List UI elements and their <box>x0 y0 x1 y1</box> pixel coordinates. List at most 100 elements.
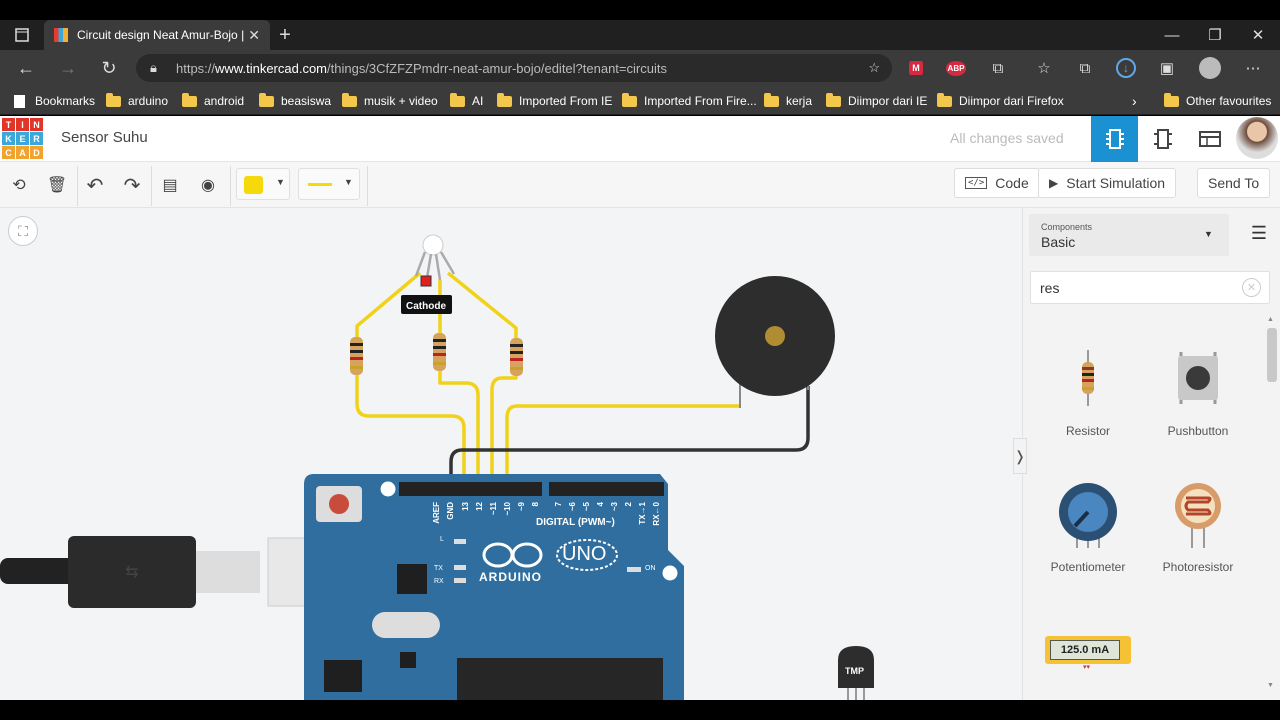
toolbar-divider <box>230 166 231 206</box>
design-title[interactable]: Sensor Suhu <box>61 129 148 146</box>
scrollbar-thumb[interactable] <box>1267 328 1277 382</box>
profile-icon[interactable] <box>1198 56 1222 80</box>
component-potentiometer[interactable]: Potentiometer <box>1033 476 1143 576</box>
send-to-button[interactable]: Send To <box>1197 168 1271 198</box>
component-pushbutton[interactable]: Pushbutton <box>1143 340 1253 440</box>
send-label: Send To <box>1208 175 1260 191</box>
multimeter-display: 125.0 mA <box>1050 640 1120 660</box>
pin-label: 12 <box>475 502 484 511</box>
collections-icon[interactable]: ⧉ <box>1073 56 1097 80</box>
logo-cell: R <box>30 132 43 145</box>
tinkercad-logo[interactable]: TIN KER CAD <box>2 118 43 159</box>
folder-icon <box>764 92 779 107</box>
forward-icon[interactable]: → <box>56 56 80 80</box>
screenshot-icon[interactable]: ▣ <box>1155 56 1179 80</box>
scroll-up-icon[interactable]: ▲ <box>1267 316 1274 323</box>
bookmark-musik[interactable]: musik + video <box>342 92 438 110</box>
tab-actions-icon[interactable] <box>10 23 34 47</box>
collapse-panel-handle[interactable]: ❭ <box>1013 438 1027 474</box>
logo-cell: A <box>16 146 29 159</box>
extension-icon[interactable]: M <box>904 56 928 80</box>
component-search-input[interactable]: res ✕ <box>1030 271 1270 304</box>
user-avatar[interactable] <box>1236 117 1278 159</box>
restore-icon[interactable]: ❐ <box>1203 23 1227 47</box>
bookmark-diimpor-ie[interactable]: Diimpor dari IE <box>826 92 927 110</box>
on-label: ON <box>645 565 656 572</box>
bookmark-imported-firefox[interactable]: Imported From Fire... <box>622 92 757 110</box>
undo-icon[interactable]: ↶ <box>82 170 108 200</box>
close-window-icon[interactable]: ✕ <box>1246 23 1270 47</box>
bookmarks-icon <box>14 94 25 108</box>
folder-icon <box>450 92 465 107</box>
bookmark-beasiswa[interactable]: beasiswa <box>259 92 331 110</box>
adblock-icon[interactable]: ABP <box>944 56 968 80</box>
bookmark-imported-ie[interactable]: Imported From IE <box>497 92 612 110</box>
folder-icon <box>259 92 274 107</box>
tmp-label: TMP <box>845 666 864 676</box>
bookmark-ai[interactable]: AI <box>450 92 483 110</box>
cathode-tooltip-text: Cathode <box>406 301 446 312</box>
bookmark-label: kerja <box>786 94 813 108</box>
components-dropdown[interactable]: Components Basic ▼ <box>1029 214 1229 256</box>
led-label-rx: RX <box>434 578 444 585</box>
panel-scrollbar[interactable]: ▲ ▼ <box>1266 316 1278 700</box>
scroll-down-icon[interactable]: ▼ <box>1267 682 1274 689</box>
redo-icon[interactable]: ↷ <box>119 170 145 200</box>
add-favourite-icon[interactable]: ☆ <box>868 60 880 76</box>
color-swatch <box>244 176 263 194</box>
arduino-model: UNO <box>562 543 607 565</box>
rgb-led[interactable] <box>414 234 456 287</box>
code-button[interactable]: </> Code <box>954 168 1040 198</box>
svg-text:⇆: ⇆ <box>125 564 138 581</box>
downloads-icon[interactable]: ↓ <box>1114 56 1138 80</box>
other-favourites[interactable]: Other favourites <box>1164 92 1271 110</box>
circuit-view-button[interactable] <box>1091 116 1138 162</box>
lock-icon: 🔒︎ <box>150 60 157 75</box>
pin-label: ~9 <box>517 502 526 512</box>
favourites-icon[interactable]: ☆ <box>1032 56 1056 80</box>
component-multimeter[interactable]: 125.0 mA ▾▾ <box>1045 636 1131 671</box>
start-simulation-button[interactable]: ▶ Start Simulation <box>1038 168 1177 198</box>
bookmark-android[interactable]: android <box>182 92 244 110</box>
search-value: res <box>1040 280 1060 296</box>
bookmark-arduino[interactable]: arduino <box>106 92 168 110</box>
browser-tab[interactable]: Circuit design Neat Amur-Bojo | ✕ <box>44 20 270 50</box>
wire-type-picker[interactable]: ▼ <box>298 168 360 200</box>
rotate-icon[interactable]: ⟲ <box>6 170 32 200</box>
logo-cell: C <box>2 146 15 159</box>
back-icon[interactable]: ← <box>14 56 38 80</box>
wire-color-picker[interactable]: ▼ <box>236 168 290 200</box>
piezo-buzzer[interactable] <box>715 276 835 408</box>
toolbar-divider <box>151 166 152 206</box>
bookmarks-overflow-icon[interactable]: › <box>1132 92 1137 110</box>
chevron-down-icon: ▼ <box>276 177 285 187</box>
close-tab-icon[interactable]: ✕ <box>248 27 260 44</box>
resistor-2[interactable] <box>433 333 446 371</box>
url-domain: www.tinkercad.com <box>215 60 328 76</box>
more-menu-icon[interactable]: ⋯ <box>1241 56 1265 80</box>
new-tab-icon[interactable]: + <box>273 23 297 47</box>
minimize-icon[interactable]: — <box>1160 23 1184 47</box>
component-photoresistor[interactable]: Photoresistor <box>1143 476 1253 576</box>
bookmark-diimpor-firefox[interactable]: Diimpor dari Firefox <box>937 92 1064 110</box>
bookmarks-menu[interactable]: Bookmarks <box>14 92 95 110</box>
schematic-view-button[interactable] <box>1140 116 1185 162</box>
component-resistor[interactable]: Resistor <box>1033 340 1143 440</box>
extensions-puzzle-icon[interactable]: ⧉ <box>986 56 1010 80</box>
component-list-button[interactable] <box>1187 116 1232 162</box>
list-view-icon[interactable]: ☰ <box>1244 220 1274 246</box>
resistor-1[interactable] <box>350 337 363 375</box>
save-status: All changes saved <box>950 130 1064 146</box>
pin-label: ~5 <box>582 502 591 512</box>
delete-icon[interactable]: 🗑︎ <box>44 170 70 200</box>
notes-icon[interactable]: ▤ <box>157 170 183 200</box>
resistor-3[interactable] <box>510 338 523 376</box>
visibility-icon[interactable]: ◉ <box>194 170 222 200</box>
pin-label: ~3 <box>610 502 619 512</box>
url-field[interactable]: 🔒︎ https://www.tinkercad.com/things/3CfZ… <box>136 54 892 82</box>
pin-label: 13 <box>461 502 470 511</box>
refresh-icon[interactable]: ↻ <box>97 56 121 80</box>
clear-search-icon[interactable]: ✕ <box>1242 278 1261 297</box>
bookmark-kerja[interactable]: kerja <box>764 92 812 110</box>
tinkercad-favicon <box>54 28 68 42</box>
